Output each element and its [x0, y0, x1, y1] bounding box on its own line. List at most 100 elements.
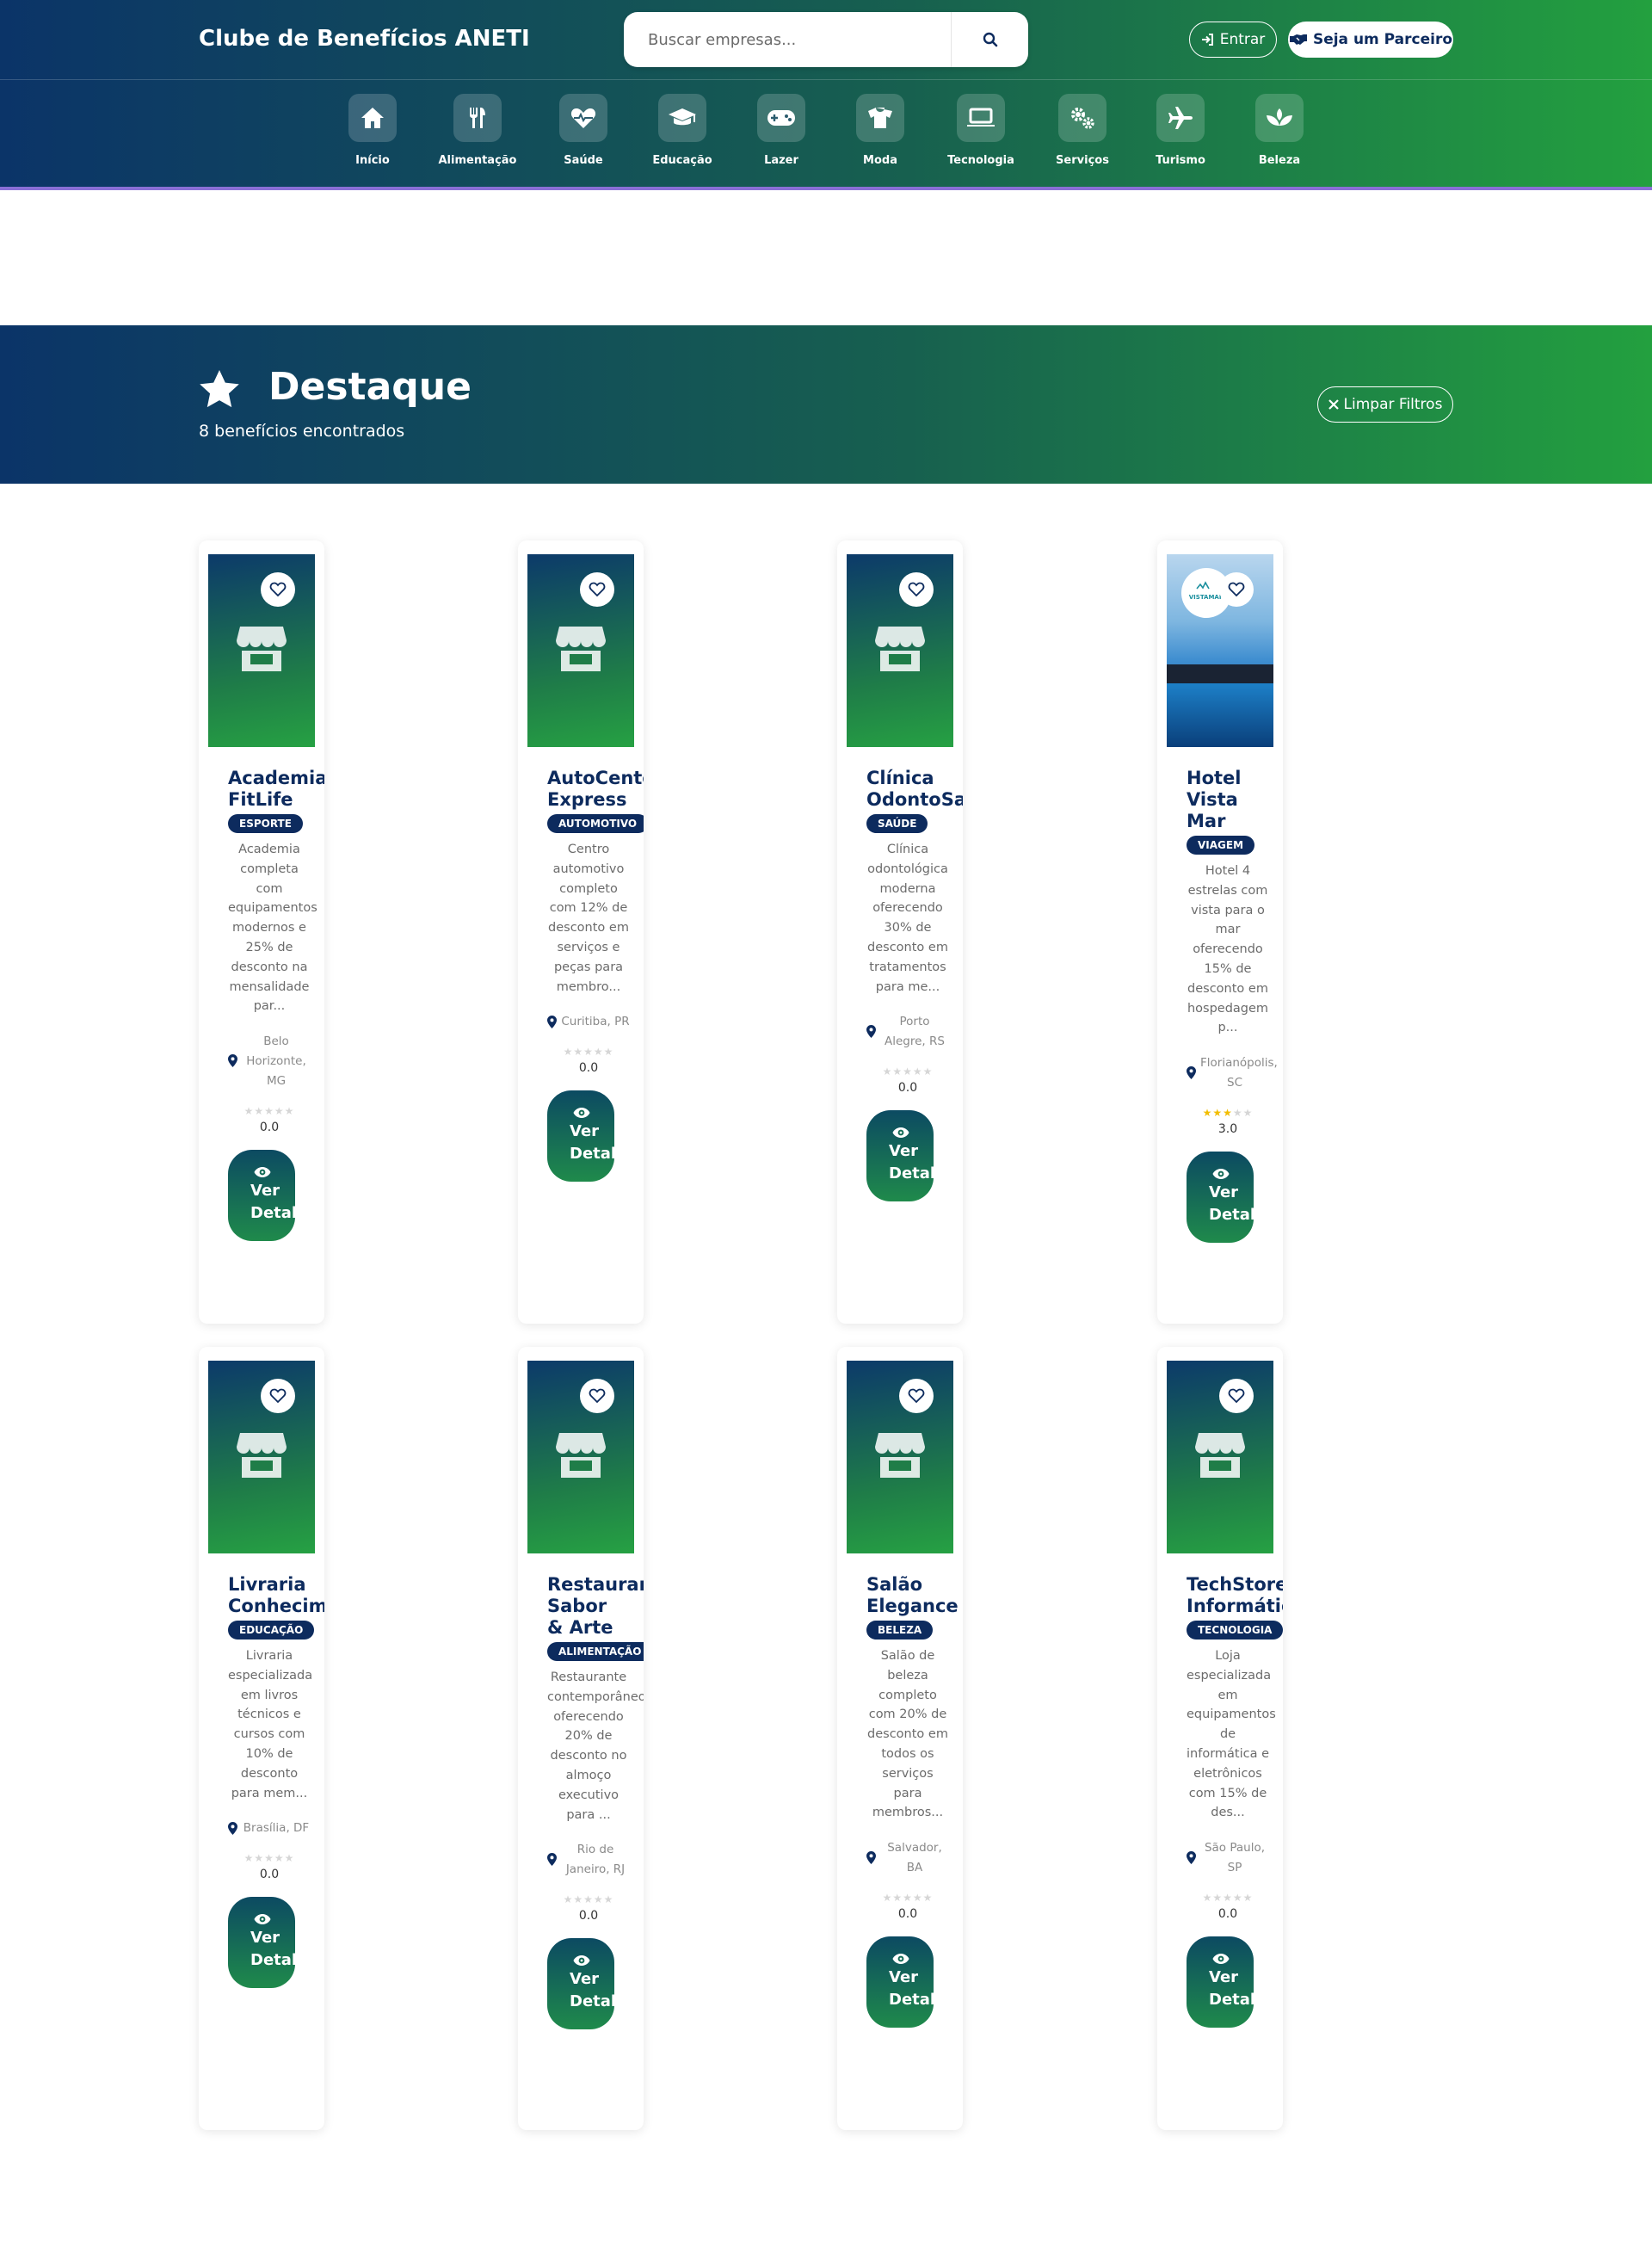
category-badge: EDUCAÇÃO — [228, 1621, 315, 1640]
rating-star-icon: ★ — [1212, 1106, 1224, 1119]
benefit-card[interactable]: TechStore Informática TECNOLOGIA Loja espe… — [1157, 1347, 1283, 2130]
card-title[interactable]: Restaurante Sabor & Arte — [547, 1574, 644, 1639]
favorite-button[interactable] — [261, 572, 295, 607]
benefit-card[interactable]: Academia FitLife ESPORTE Academia completa… — [199, 540, 324, 1324]
login-button[interactable]: Entrar — [1189, 22, 1277, 58]
search-box — [624, 12, 1028, 67]
category-label: Turismo — [1156, 154, 1205, 167]
favorite-button[interactable] — [899, 1379, 934, 1413]
category-moda[interactable]: Moda — [833, 94, 928, 167]
card-location: Curitiba, PR — [547, 1012, 630, 1032]
details-button[interactable]: VerDetalhes — [866, 1936, 934, 2028]
card-description: Academia completa com equipamentos moder… — [228, 843, 317, 1014]
benefit-card[interactable]: VISTAMAR Hotel Vista Mar VIAGEM Hotel 4 est… — [1157, 540, 1283, 1324]
rating-value: 0.0 — [259, 1868, 280, 1882]
store-icon — [875, 627, 925, 671]
eye-icon — [1212, 1168, 1230, 1179]
eye-icon — [892, 1127, 909, 1138]
details-label: VerDetalhes — [250, 1929, 295, 1970]
card-body: AutoCenter Express AUTOMOTIVO Centro autom… — [547, 768, 644, 1183]
card-title[interactable]: Salão Elegance — [866, 1574, 963, 1617]
rating-star-icon: ★ — [274, 1104, 285, 1117]
heart-icon — [269, 1388, 287, 1404]
close-icon — [1328, 399, 1339, 410]
details-button[interactable]: VerDetalhes — [1187, 1936, 1254, 2028]
benefit-card[interactable]: Salão Elegance BELEZA Salão de beleza comp… — [837, 1347, 963, 2130]
card-title[interactable]: Livraria Conhecimento — [228, 1574, 324, 1617]
details-button[interactable]: VerDetalhes — [228, 1149, 295, 1241]
header-divider — [0, 187, 1652, 190]
store-icon — [556, 1433, 606, 1478]
card-image — [847, 1361, 953, 1553]
category-label: Início — [355, 154, 390, 167]
rating-star-icon: ★ — [583, 1893, 594, 1905]
category-lazer[interactable]: Lazer — [734, 94, 829, 167]
store-image — [556, 1431, 606, 1483]
details-button[interactable]: VerDetalhes — [228, 1897, 295, 1989]
favorite-button[interactable] — [580, 1379, 614, 1413]
card-body: TechStore Informática TECNOLOGIA Loja espe… — [1187, 1574, 1283, 2028]
card-body: Salão Elegance BELEZA Salão de beleza comp… — [866, 1574, 963, 2028]
details-button[interactable]: VerDetalhes — [1187, 1151, 1254, 1243]
details-label: VerDetalhes — [1209, 1967, 1254, 2009]
card-body: Livraria Conhecimento EDUCAÇÃO Livraria es… — [228, 1574, 324, 1989]
category-alimentacao[interactable]: Alimentação — [430, 94, 525, 167]
benefit-card[interactable]: Livraria Conhecimento EDUCAÇÃO Livraria es… — [199, 1347, 324, 2130]
home-icon — [361, 108, 384, 128]
card-title[interactable]: AutoCenter Express — [547, 768, 644, 811]
store-image — [1195, 1431, 1245, 1483]
card-image — [208, 554, 315, 747]
heart-icon — [1228, 1388, 1245, 1404]
card-title[interactable]: Academia FitLife — [228, 768, 324, 811]
benefit-card[interactable]: Restaurante Sabor & Arte ALIMENTAÇÃO Resta… — [518, 1347, 644, 2130]
rating-star-icon: ★ — [593, 1893, 604, 1905]
favorite-button[interactable] — [261, 1379, 295, 1413]
favorite-button[interactable] — [1219, 572, 1254, 607]
rating-star-icon: ★ — [912, 1891, 923, 1904]
card-body: Clínica OdontoSaúde SAÚDE Clínica odontoló… — [866, 768, 963, 1201]
details-button[interactable]: VerDetalhes — [547, 1090, 614, 1183]
rating-star-icon: ★ — [1223, 1891, 1233, 1904]
card-location: Florianópolis, SC — [1187, 1053, 1278, 1093]
card-title[interactable]: TechStore Informática — [1187, 1574, 1283, 1617]
details-button[interactable]: VerDetalhes — [866, 1109, 934, 1201]
store-image — [237, 625, 287, 676]
card-image — [847, 554, 953, 747]
category-tecnologia[interactable]: Tecnologia — [934, 94, 1028, 167]
category-servicos[interactable]: Serviços — [1035, 94, 1130, 167]
heart-icon — [589, 582, 606, 597]
search-input[interactable] — [624, 12, 951, 67]
category-label: Saúde — [564, 154, 603, 167]
category-saude[interactable]: Saúde — [536, 94, 631, 167]
rating-star-icon: ★ — [1202, 1891, 1213, 1904]
favorite-button[interactable] — [1219, 1379, 1254, 1413]
details-label: VerDetalhes — [250, 1181, 295, 1222]
category-inicio[interactable]: Início — [325, 94, 420, 167]
rating-stars: ★★★★★ — [228, 1105, 311, 1117]
category-educacao[interactable]: Educação — [635, 94, 730, 167]
details-button[interactable]: VerDetalhes — [547, 1937, 614, 2029]
favorite-button[interactable] — [580, 572, 614, 607]
rating-star-icon: ★ — [892, 1065, 903, 1078]
category-label: Alimentação — [438, 154, 517, 167]
brand-title[interactable]: Clube de Benefícios ANETI — [199, 26, 530, 52]
partner-button[interactable]: Seja um Parceiro — [1288, 22, 1453, 58]
rating-star-icon: ★ — [603, 1046, 614, 1059]
rating-star-icon: ★ — [563, 1046, 574, 1059]
rating-star-icon: ★ — [593, 1046, 604, 1059]
category-badge: TECNOLOGIA — [1187, 1621, 1283, 1640]
rating-star-icon: ★ — [922, 1065, 934, 1078]
category-turismo[interactable]: Turismo — [1133, 94, 1228, 167]
category-beleza[interactable]: Beleza — [1232, 94, 1327, 167]
benefit-card[interactable]: AutoCenter Express AUTOMOTIVO Centro autom… — [518, 540, 644, 1324]
rating-stars: ★★★★★ — [1187, 1892, 1269, 1904]
clear-filters-button[interactable]: Limpar Filtros — [1317, 386, 1453, 423]
eye-icon — [573, 1108, 590, 1119]
hotel-logo-text: VISTAMAR — [1189, 594, 1224, 601]
favorite-button[interactable] — [899, 572, 934, 607]
card-title[interactable]: Clínica OdontoSaúde — [866, 768, 963, 811]
card-title[interactable]: Hotel Vista Mar — [1187, 768, 1283, 832]
rating-value: 0.0 — [578, 1908, 599, 1923]
benefit-card[interactable]: Clínica OdontoSaúde SAÚDE Clínica odontoló… — [837, 540, 963, 1324]
search-button[interactable] — [951, 12, 1028, 67]
